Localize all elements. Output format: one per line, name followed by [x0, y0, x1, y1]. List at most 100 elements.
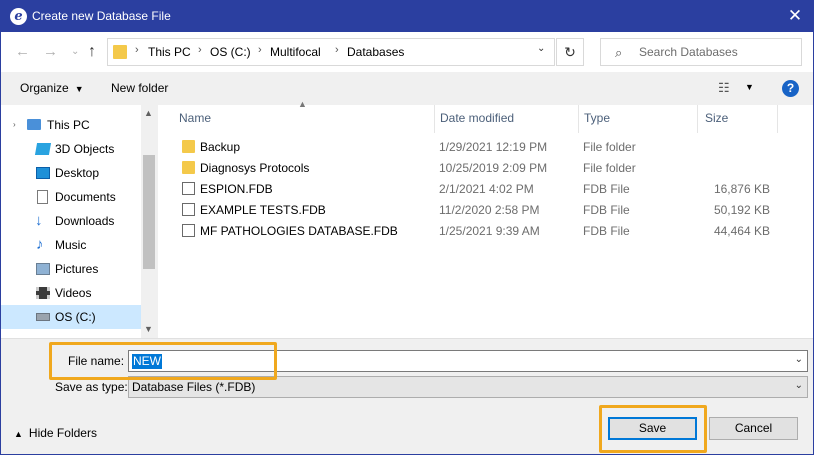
column-divider[interactable]: [434, 105, 435, 133]
recent-chevron-icon[interactable]: ⌄: [71, 46, 79, 57]
window-title: Create new Database File: [32, 9, 171, 23]
folder-icon: [113, 45, 127, 59]
search-input[interactable]: [639, 44, 794, 60]
file-row[interactable]: MF PATHOLOGIES DATABASE.FDB 1/25/2021 9:…: [158, 220, 813, 241]
scroll-down-icon[interactable]: ▼: [144, 324, 153, 334]
file-name-highlight: [49, 342, 277, 380]
column-header-type[interactable]: Type: [584, 111, 610, 125]
3d-objects-icon: [34, 143, 52, 155]
scrollbar-thumb[interactable]: [143, 155, 155, 269]
breadcrumb-separator-icon[interactable]: ›: [335, 44, 339, 56]
chevron-up-icon: ▲: [14, 429, 23, 439]
expand-chevron-icon[interactable]: ›: [13, 120, 16, 129]
chevron-down-icon[interactable]: ⌄: [795, 380, 803, 391]
file-type: FDB File: [583, 203, 630, 217]
music-icon: ♪: [36, 236, 44, 253]
column-divider[interactable]: [578, 105, 579, 133]
sidebar-item-label: This PC: [47, 118, 90, 132]
sidebar-item-label: Music: [55, 238, 87, 252]
file-type: File folder: [583, 161, 636, 175]
search-box[interactable]: ⌕: [600, 38, 802, 66]
refresh-icon[interactable]: ↻: [556, 38, 584, 66]
sidebar-scrollbar[interactable]: ▲ ▼: [141, 105, 157, 338]
chevron-down-icon[interactable]: ⌄: [795, 354, 803, 365]
hide-folders-label: Hide Folders: [28, 426, 97, 440]
file-type: FDB File: [583, 224, 630, 238]
breadcrumb-separator-icon[interactable]: ›: [198, 44, 202, 56]
column-divider[interactable]: [697, 105, 698, 133]
column-divider[interactable]: [777, 105, 778, 133]
sidebar-item-label: OS (C:): [55, 310, 96, 324]
file-name: ESPION.FDB: [200, 182, 273, 196]
navigation-bar: ← → ⌄ ↑ › This PC › OS (C:) › Multifocal…: [1, 32, 813, 72]
sidebar-item-desktop[interactable]: Desktop: [1, 161, 141, 185]
sidebar-item-label: Desktop: [55, 166, 100, 180]
file-icon: [182, 203, 195, 216]
up-arrow-icon[interactable]: ↑: [88, 43, 96, 61]
sidebar-item-documents[interactable]: Documents: [1, 185, 141, 209]
breadcrumb-separator-icon[interactable]: ›: [258, 44, 262, 56]
pictures-icon: [36, 263, 50, 275]
file-date: 1/29/2021 12:19 PM: [439, 140, 548, 154]
sidebar-item-label: Pictures: [55, 262, 99, 276]
sidebar-item-3d-objects[interactable]: 3D Objects: [1, 137, 141, 161]
app-icon: e: [10, 8, 27, 25]
organize-caret-icon: ▼: [74, 84, 84, 94]
organize-label: Organize: [20, 81, 69, 95]
forward-arrow-icon[interactable]: →: [43, 43, 58, 60]
breadcrumb-os-c[interactable]: OS (C:): [210, 45, 251, 59]
breadcrumb-separator-icon[interactable]: ›: [135, 44, 139, 56]
folder-icon: [182, 140, 195, 153]
hide-folders-button[interactable]: ▲ Hide Folders: [14, 426, 97, 440]
sidebar-item-label: 3D Objects: [55, 142, 115, 156]
file-type: File folder: [583, 140, 636, 154]
view-caret-icon[interactable]: ▼: [745, 82, 754, 92]
sidebar-item-videos[interactable]: Videos: [1, 281, 141, 305]
breadcrumb-databases[interactable]: Databases: [347, 45, 404, 59]
navigation-pane: › This PC 3D Objects Desktop Documents ↓…: [1, 105, 157, 338]
drive-icon: [36, 313, 50, 321]
column-header-size[interactable]: Size: [705, 111, 728, 125]
help-icon[interactable]: ?: [782, 80, 799, 97]
scroll-up-icon[interactable]: ▲: [144, 108, 153, 118]
sidebar-item-os-c[interactable]: OS (C:): [1, 305, 141, 329]
file-row[interactable]: EXAMPLE TESTS.FDB 11/2/2020 2:58 PM FDB …: [158, 199, 813, 220]
sidebar-item-music[interactable]: ♪ Music: [1, 233, 141, 257]
sidebar-item-pictures[interactable]: Pictures: [1, 257, 141, 281]
pc-icon: [27, 119, 41, 130]
sidebar-item-downloads[interactable]: ↓ Downloads: [1, 209, 141, 233]
sidebar-item-this-pc[interactable]: › This PC: [1, 113, 141, 137]
dialog-footer: File name: NEW ⌄ Save as type: Database …: [1, 338, 813, 454]
file-icon: [182, 182, 195, 195]
file-row[interactable]: ESPION.FDB 2/1/2021 4:02 PM FDB File 16,…: [158, 178, 813, 199]
breadcrumb-this-pc[interactable]: This PC: [148, 45, 191, 59]
file-size: 50,192 KB: [713, 203, 770, 217]
file-type: FDB File: [583, 182, 630, 196]
file-row[interactable]: Backup 1/29/2021 12:19 PM File folder: [158, 136, 813, 157]
back-arrow-icon[interactable]: ←: [15, 43, 30, 60]
save-button-highlight: [599, 405, 707, 453]
file-size: 44,464 KB: [713, 224, 770, 238]
column-header-date[interactable]: Date modified: [440, 111, 514, 125]
column-header-name[interactable]: Name: [179, 111, 211, 125]
documents-icon: [37, 190, 48, 204]
file-date: 10/25/2019 2:09 PM: [439, 161, 548, 175]
file-name: MF PATHOLOGIES DATABASE.FDB: [200, 224, 398, 238]
file-name: Backup: [200, 140, 241, 154]
save-dialog: e Create new Database File ✕ ← → ⌄ ↑ › T…: [0, 0, 814, 455]
address-bar[interactable]: › This PC › OS (C:) › Multifocal › Datab…: [107, 38, 555, 66]
file-date: 1/25/2021 9:39 AM: [439, 224, 540, 238]
save-type-label: Save as type:: [55, 380, 128, 394]
new-folder-button[interactable]: New folder: [111, 81, 168, 95]
organize-button[interactable]: Organize ▼: [20, 81, 84, 95]
file-row[interactable]: Diagnosys Protocols 10/25/2019 2:09 PM F…: [158, 157, 813, 178]
address-dropdown-icon[interactable]: ⌄: [537, 43, 545, 54]
view-options-icon[interactable]: ☷: [718, 80, 730, 96]
close-icon[interactable]: ✕: [785, 6, 805, 26]
downloads-icon: ↓: [35, 212, 43, 229]
command-bar: Organize ▼ New folder ☷ ▼ ?: [1, 72, 813, 105]
cancel-button[interactable]: Cancel: [709, 417, 798, 440]
breadcrumb-multifocal[interactable]: Multifocal: [270, 45, 321, 59]
folder-icon: [182, 161, 195, 174]
file-name: EXAMPLE TESTS.FDB: [200, 203, 326, 217]
